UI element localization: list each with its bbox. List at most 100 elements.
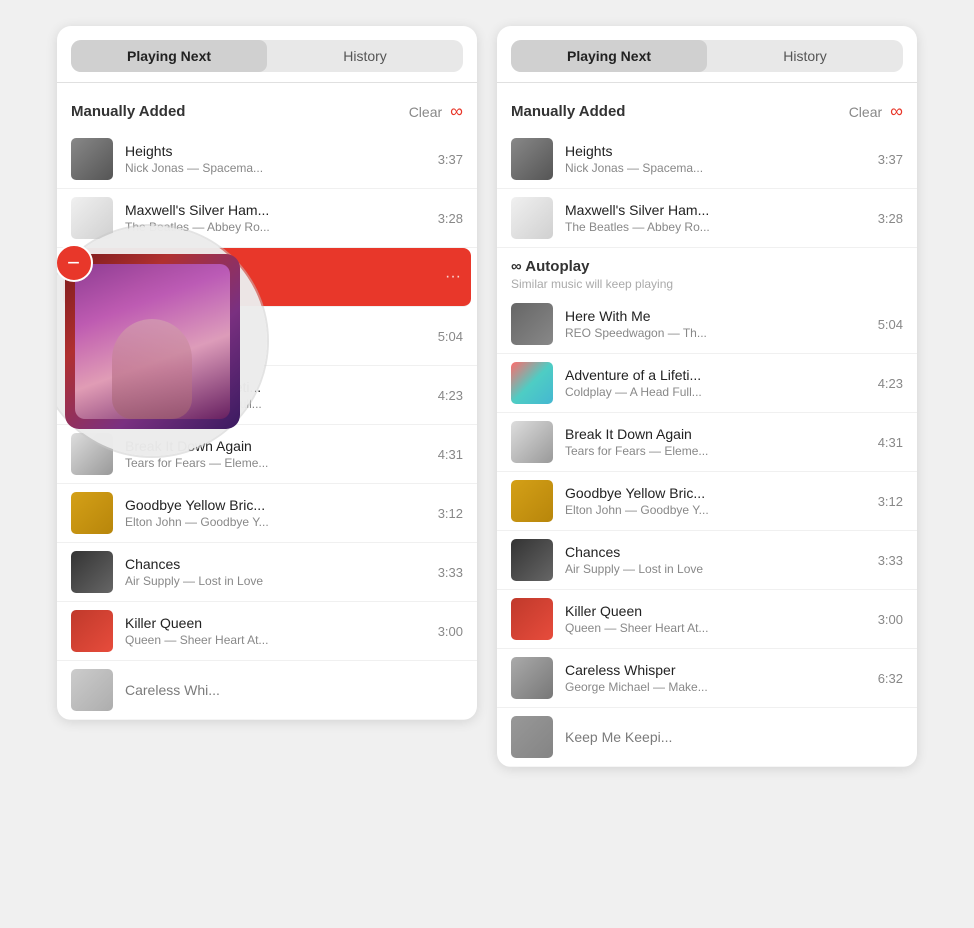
track-info: Break It Down Again Tears for Fears — El…	[125, 438, 430, 470]
section-title-right: Manually Added	[511, 103, 625, 120]
section-actions-right: Clear ∞	[849, 101, 903, 122]
track-item[interactable]: Maxwell's Silver Ham... The Beatles — Ab…	[57, 189, 477, 248]
track-name: Goodbye Yellow Bric...	[565, 485, 870, 501]
tab-history-right[interactable]: History	[707, 40, 903, 72]
track-duration: 3:00	[878, 612, 903, 627]
track-sub: REO Speedwagon — Th...	[565, 326, 870, 340]
track-item[interactable]: Careless Whisper George Michael — Make..…	[497, 649, 917, 708]
track-duration: 3:12	[878, 494, 903, 509]
track-thumb	[511, 303, 553, 345]
track-name: Adventure of a Lifeti...	[125, 379, 430, 395]
track-duration: 3:28	[878, 211, 903, 226]
track-info: n Me edwagon — Th...	[125, 320, 430, 352]
track-info: Maxwell's Silver Ham... The Beatles — Ab…	[125, 202, 430, 234]
left-panel: Playing Next History Manually Added Clea…	[57, 26, 477, 720]
track-thumb	[511, 539, 553, 581]
track-item[interactable]: Chances Air Supply — Lost in Love 3:33	[497, 531, 917, 590]
track-name: Goodbye Yellow Bric...	[125, 497, 430, 513]
track-name: n Me	[125, 320, 430, 336]
track-thumb	[511, 657, 553, 699]
track-name: Heights	[125, 143, 430, 159]
track-duration: 3:37	[438, 152, 463, 167]
track-item[interactable]: Heights Nick Jonas — Spacema... 3:37	[57, 130, 477, 189]
track-info: Chances Air Supply — Lost in Love	[565, 544, 870, 576]
clear-button-left[interactable]: Clear	[409, 104, 442, 120]
track-duration: 3:37	[878, 152, 903, 167]
track-item[interactable]: Killer Queen Queen — Sheer Heart At... 3…	[57, 602, 477, 661]
track-item[interactable]: Chances Air Supply — Lost in Love 3:33	[57, 543, 477, 602]
tab-history-left[interactable]: History	[267, 40, 463, 72]
track-name: Careless Whisper	[565, 662, 870, 678]
right-tab-bar: Playing Next History	[511, 40, 903, 72]
track-duration: 6:32	[878, 671, 903, 686]
autoplay-section: ∞ Autoplay Similar music will keep playi…	[497, 248, 917, 295]
track-sub: The Beatles — Abbey Ro...	[565, 220, 870, 234]
track-name: Maxwell's Silver Ham...	[125, 202, 430, 218]
track-sub: Air Supply — Lost in Love	[125, 574, 430, 588]
track-thumb	[511, 197, 553, 239]
track-sub: Tears for Fears — Eleme...	[565, 444, 870, 458]
infinity-icon-right[interactable]: ∞	[890, 101, 903, 122]
track-name: Break It Down Again	[125, 438, 430, 454]
section-actions-left: Clear ∞	[409, 101, 463, 122]
track-info: Maxwell's Silver Ham... The Beatles — Ab…	[565, 202, 870, 234]
track-sub: edwagon — Th...	[125, 338, 430, 352]
track-info: ally Want t... — Kissing t...	[127, 261, 437, 293]
track-info: Goodbye Yellow Bric... Elton John — Good…	[565, 485, 870, 517]
divider-top-left	[57, 82, 477, 83]
track-item[interactable]: Break It Down Again Tears for Fears — El…	[57, 425, 477, 484]
tab-playing-next-left[interactable]: Playing Next	[71, 40, 267, 72]
track-sub: Air Supply — Lost in Love	[565, 562, 870, 576]
track-info: Careless Whi...	[125, 682, 463, 698]
track-sub: Tears for Fears — Eleme...	[125, 456, 430, 470]
track-item[interactable]: Adventure of a Lifeti... Coldplay — A He…	[497, 354, 917, 413]
track-thumb	[71, 433, 113, 475]
autoplay-title: ∞ Autoplay	[511, 258, 903, 275]
track-sub: Queen — Sheer Heart At...	[125, 633, 430, 647]
track-duration: 4:23	[878, 376, 903, 391]
track-item[interactable]: Heights Nick Jonas — Spacema... 3:37	[497, 130, 917, 189]
track-more-icon: ···	[445, 268, 461, 286]
track-duration: 3:12	[438, 506, 463, 521]
track-thumb	[71, 374, 113, 416]
section-header-right: Manually Added Clear ∞	[497, 93, 917, 130]
track-duration: 3:28	[438, 211, 463, 226]
track-sub: Elton John — Goodbye Y...	[565, 503, 870, 517]
right-panel: Playing Next History Manually Added Clea…	[497, 26, 917, 767]
track-item[interactable]: n Me edwagon — Th... 5:04	[57, 307, 477, 366]
track-thumb	[71, 492, 113, 534]
track-item[interactable]: Here With Me REO Speedwagon — Th... 5:04	[497, 295, 917, 354]
track-sub: Queen — Sheer Heart At...	[565, 621, 870, 635]
track-duration: 3:00	[438, 624, 463, 639]
track-name: Killer Queen	[125, 615, 430, 631]
track-name: Keep Me Keepi...	[565, 729, 903, 745]
track-item-highlighted[interactable]: ally Want t... — Kissing t... ···	[63, 248, 471, 307]
track-thumb	[71, 669, 113, 711]
track-thumb	[511, 716, 553, 758]
track-item[interactable]: Adventure of a Lifeti... Coldplay — A He…	[57, 366, 477, 425]
autoplay-subtitle: Similar music will keep playing	[511, 277, 903, 291]
track-item[interactable]: Goodbye Yellow Bric... Elton John — Good…	[57, 484, 477, 543]
track-info: Heights Nick Jonas — Spacema...	[565, 143, 870, 175]
clear-button-right[interactable]: Clear	[849, 104, 882, 120]
section-title-left: Manually Added	[71, 103, 185, 120]
tab-playing-next-right[interactable]: Playing Next	[511, 40, 707, 72]
track-item[interactable]: Keep Me Keepi...	[497, 708, 917, 767]
track-item[interactable]: Maxwell's Silver Ham... The Beatles — Ab…	[497, 189, 917, 248]
track-item[interactable]: Killer Queen Queen — Sheer Heart At... 3…	[497, 590, 917, 649]
track-item[interactable]: Goodbye Yellow Bric... Elton John — Good…	[497, 472, 917, 531]
track-sub: The Beatles — Abbey Ro...	[125, 220, 430, 234]
track-thumb	[71, 197, 113, 239]
track-item[interactable]: Careless Whi...	[57, 661, 477, 720]
track-name: Break It Down Again	[565, 426, 870, 442]
track-thumb	[511, 138, 553, 180]
track-name: Here With Me	[565, 308, 870, 324]
infinity-icon-left[interactable]: ∞	[450, 101, 463, 122]
track-list-left: Heights Nick Jonas — Spacema... 3:37 Max…	[57, 130, 477, 720]
track-name: Heights	[565, 143, 870, 159]
track-name: Killer Queen	[565, 603, 870, 619]
track-item[interactable]: Break It Down Again Tears for Fears — El…	[497, 413, 917, 472]
section-header-left: Manually Added Clear ∞	[57, 93, 477, 130]
track-list-right-manual: Heights Nick Jonas — Spacema... 3:37 Max…	[497, 130, 917, 248]
track-info: Careless Whisper George Michael — Make..…	[565, 662, 870, 694]
